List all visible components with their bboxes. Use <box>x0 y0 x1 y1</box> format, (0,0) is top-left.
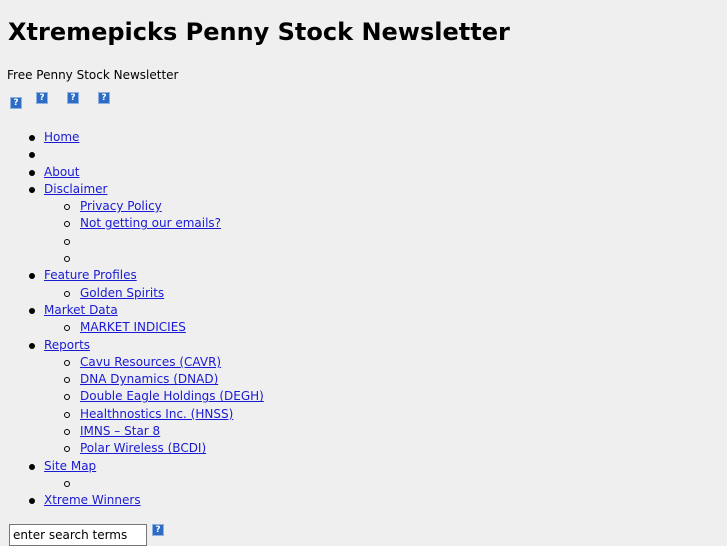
disc-bullet <box>29 186 35 193</box>
broken-image-icon[interactable]: ? <box>10 97 22 109</box>
circle-bullet <box>64 325 70 332</box>
search-input[interactable] <box>9 524 147 546</box>
circle-bullet <box>64 377 70 384</box>
disc-bullet <box>29 463 35 470</box>
search-button-icon[interactable]: ? <box>152 524 164 536</box>
link-dna-dynamics[interactable]: DNA Dynamics (DNAD) <box>80 371 218 388</box>
link-healthnostics[interactable]: Healthnostics Inc. (HNSS) <box>80 406 233 423</box>
disc-bullet <box>29 169 35 176</box>
circle-bullet <box>64 411 70 418</box>
disc-bullet <box>29 307 35 314</box>
circle-bullet <box>64 256 70 263</box>
link-site-map[interactable]: Site Map <box>44 458 96 475</box>
disc-bullet <box>29 135 35 141</box>
circle-bullet <box>64 290 70 297</box>
link-reports[interactable]: Reports <box>44 337 90 354</box>
circle-bullet <box>64 480 70 487</box>
broken-image-icon[interactable]: ? <box>67 92 79 104</box>
broken-image-icon[interactable]: ? <box>98 92 110 104</box>
link-golden-spirits[interactable]: Golden Spirits <box>80 285 164 302</box>
disc-bullet <box>29 152 35 159</box>
link-polar-wireless[interactable]: Polar Wireless (BCDI) <box>80 440 206 457</box>
site-title: Xtremepicks Penny Stock Newsletter <box>8 18 510 46</box>
link-double-eagle[interactable]: Double Eagle Holdings (DEGH) <box>80 388 264 405</box>
link-home[interactable]: Home <box>44 129 79 146</box>
link-cavu-resources[interactable]: Cavu Resources (CAVR) <box>80 354 221 371</box>
broken-image-icon[interactable]: ? <box>36 92 48 104</box>
link-market-indicies[interactable]: MARKET INDICIES <box>80 319 186 336</box>
circle-bullet <box>64 238 70 245</box>
link-feature-profiles[interactable]: Feature Profiles <box>44 267 137 284</box>
circle-bullet <box>64 359 70 366</box>
site-tagline: Free Penny Stock Newsletter <box>7 68 179 82</box>
disc-bullet <box>29 498 35 505</box>
circle-bullet <box>64 446 70 453</box>
link-about[interactable]: About <box>44 164 79 181</box>
link-disclaimer[interactable]: Disclaimer <box>44 181 107 198</box>
link-imns-star-8[interactable]: IMNS – Star 8 <box>80 423 160 440</box>
circle-bullet <box>64 204 70 211</box>
link-not-getting-emails[interactable]: Not getting our emails? <box>80 215 221 232</box>
link-market-data[interactable]: Market Data <box>44 302 118 319</box>
link-privacy-policy[interactable]: Privacy Policy <box>80 198 162 215</box>
circle-bullet <box>64 394 70 401</box>
link-xtreme-winners[interactable]: Xtreme Winners <box>44 492 141 509</box>
circle-bullet <box>64 429 70 436</box>
disc-bullet <box>29 342 35 349</box>
circle-bullet <box>64 221 70 228</box>
disc-bullet <box>29 273 35 280</box>
